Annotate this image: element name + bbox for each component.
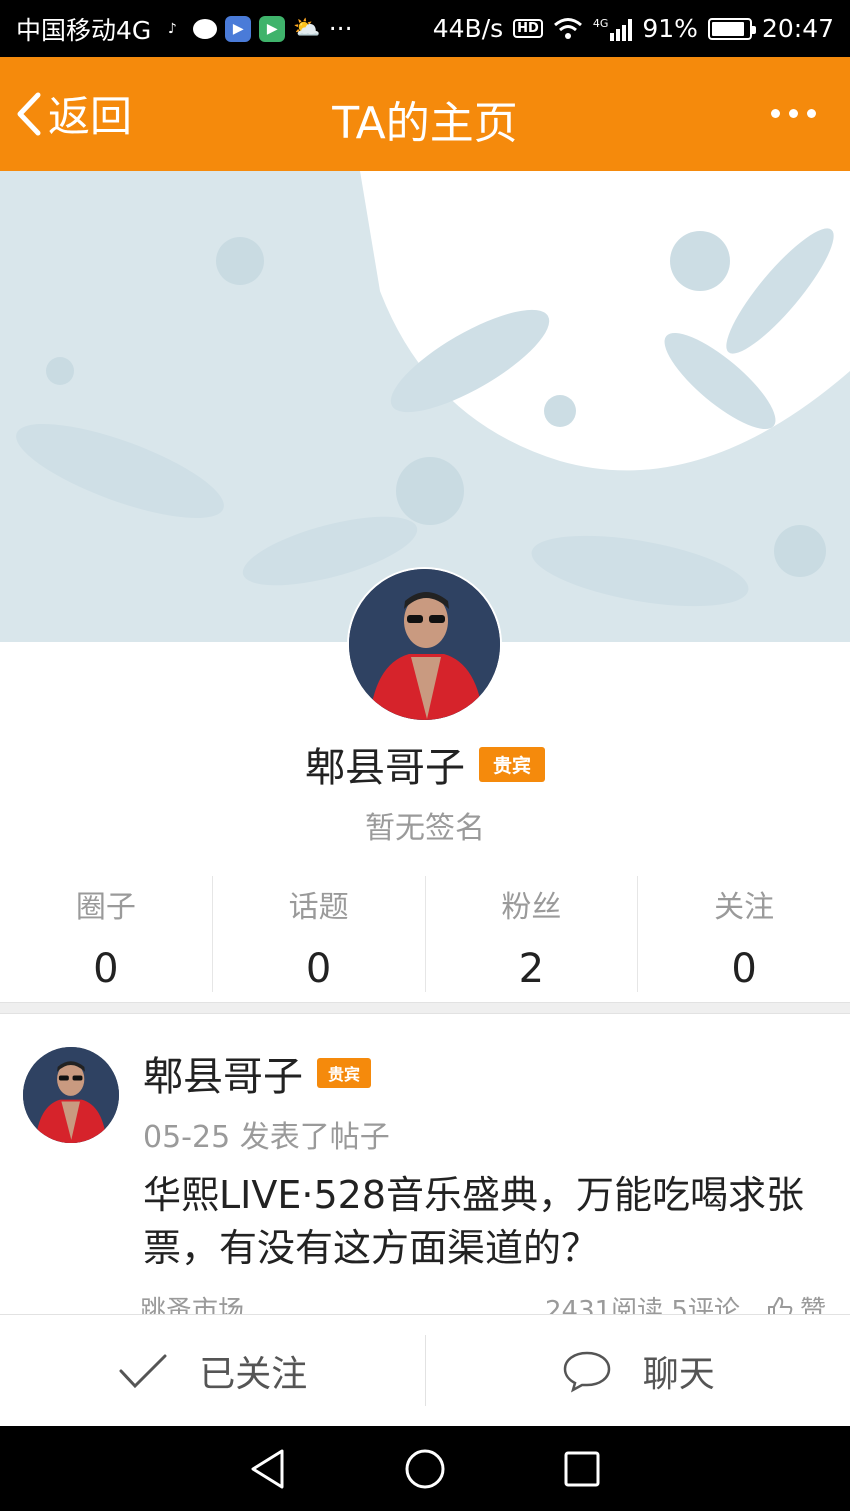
thumbs-up-icon — [767, 1296, 793, 1314]
wifi-icon — [553, 17, 582, 39]
avatar-photo — [349, 569, 500, 720]
video-app-icon: ▶ — [225, 15, 252, 42]
post-author-avatar[interactable] — [23, 1047, 119, 1143]
profile-header: 郫县哥子 贵宾 — [0, 735, 850, 793]
chat-label: 聊天 — [642, 1353, 715, 1395]
dot-icon — [789, 109, 798, 118]
post-author-name[interactable]: 郫县哥子 — [143, 1044, 303, 1102]
post-counts: 2431阅读 5评论 — [545, 1296, 740, 1314]
stat-fans[interactable]: 粉丝 2 — [426, 876, 639, 992]
stat-topics[interactable]: 话题 0 — [213, 876, 426, 992]
back-triangle-icon[interactable] — [248, 1448, 288, 1490]
video-player-icon: ▶ — [259, 15, 286, 42]
tiktok-icon: ♪ — [167, 20, 177, 37]
signature: 暂无签名 — [365, 811, 485, 846]
dot-icon — [807, 109, 816, 118]
home-circle-icon[interactable] — [403, 1447, 447, 1491]
like-label: 赞 — [799, 1296, 826, 1314]
post-meta: 05-25 发表了帖子 — [143, 1120, 390, 1155]
post-footer: 跳蚤市场 2431阅读 5评论 赞 — [140, 1290, 826, 1314]
stat-label: 话题 — [288, 890, 349, 925]
more-notifications-icon: ··· — [328, 14, 353, 43]
title-bar: 返回 TA的主页 — [0, 57, 850, 171]
post-source[interactable]: 跳蚤市场 — [140, 1290, 244, 1314]
system-nav-bar — [0, 1426, 850, 1511]
avatar-photo — [23, 1047, 119, 1143]
message-icon — [193, 18, 218, 39]
signal-icon: 4G — [593, 17, 633, 41]
status-bar: 中国移动4G ♪ ▶ ▶ ⛅ ··· 44B/s HD 4G 91% 20:47 — [0, 0, 850, 57]
stat-label: 粉丝 — [501, 890, 562, 925]
stat-circles[interactable]: 圈子 0 — [0, 876, 213, 992]
stat-value: 0 — [305, 946, 332, 992]
follow-label: 已关注 — [199, 1353, 308, 1395]
stat-following[interactable]: 关注 0 — [638, 876, 850, 992]
section-divider — [0, 1002, 850, 1014]
stat-label: 圈子 — [75, 890, 136, 925]
recents-square-icon[interactable] — [562, 1449, 602, 1489]
chat-button[interactable]: 聊天 — [426, 1335, 850, 1406]
more-menu-button[interactable] — [771, 109, 816, 118]
network-type: 4G — [592, 16, 609, 30]
page-title: TA的主页 — [332, 98, 518, 149]
stats-row: 圈子 0 话题 0 粉丝 2 关注 0 — [0, 876, 850, 992]
vip-badge: 贵宾 — [317, 1058, 372, 1088]
stat-value: 0 — [93, 946, 119, 992]
chat-bubble-icon — [563, 1351, 610, 1393]
battery-icon — [707, 17, 756, 40]
hd-icon: HD — [513, 19, 543, 38]
avatar[interactable] — [347, 567, 502, 722]
like-button[interactable]: 赞 — [766, 1290, 826, 1314]
vip-badge: 贵宾 — [478, 746, 545, 782]
network-speed: 44B/s — [432, 14, 504, 43]
battery-percent: 91% — [642, 14, 698, 43]
clock: 20:47 — [761, 14, 834, 43]
carrier-label: 中国移动4G — [16, 15, 152, 45]
stat-label: 关注 — [714, 890, 775, 925]
stat-value: 0 — [731, 946, 757, 992]
stat-value: 2 — [518, 946, 545, 992]
weather-icon: ⛅ — [293, 16, 321, 41]
follow-button[interactable]: 已关注 — [0, 1335, 426, 1406]
profile-name: 郫县哥子 — [304, 745, 465, 791]
post-card[interactable]: 郫县哥子 贵宾 05-25 发表了帖子 华熙LIVE·528音乐盛典，万能吃喝求… — [0, 1014, 850, 1314]
dot-icon — [771, 109, 780, 118]
checkmark-icon — [119, 1354, 167, 1388]
post-title[interactable]: 华熙LIVE·528音乐盛典，万能吃喝求张票，有没有这方面渠道的？ — [143, 1169, 823, 1275]
post-author-row: 郫县哥子 贵宾 — [143, 1044, 372, 1102]
action-bar: 已关注 聊天 — [0, 1314, 850, 1426]
battery-fill — [711, 21, 745, 36]
